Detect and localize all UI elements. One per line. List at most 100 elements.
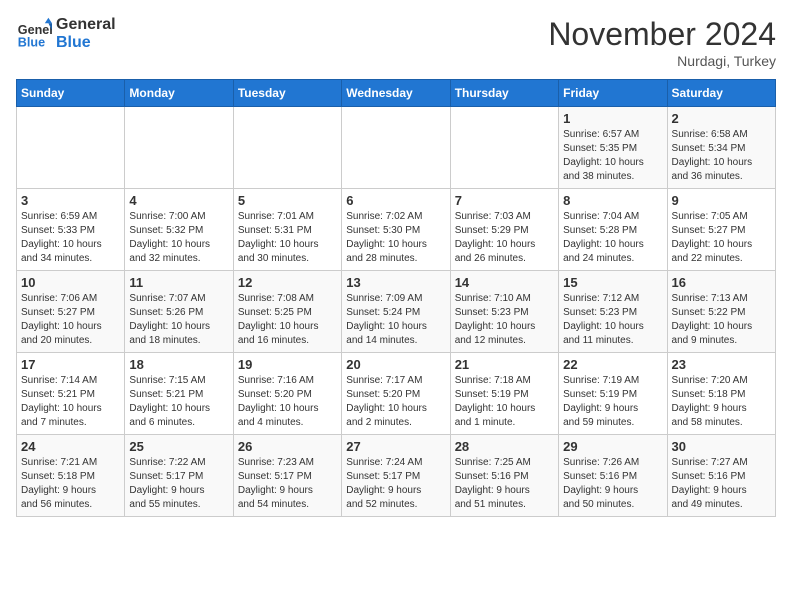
day-number: 11 (129, 275, 228, 290)
calendar-cell: 6Sunrise: 7:02 AM Sunset: 5:30 PM Daylig… (342, 189, 450, 271)
calendar-cell: 29Sunrise: 7:26 AM Sunset: 5:16 PM Dayli… (559, 435, 667, 517)
calendar-cell (233, 107, 341, 189)
day-number: 2 (672, 111, 771, 126)
calendar-cell: 18Sunrise: 7:15 AM Sunset: 5:21 PM Dayli… (125, 353, 233, 435)
day-info: Sunrise: 7:25 AM Sunset: 5:16 PM Dayligh… (455, 456, 554, 512)
week-row-4: 17 Sunrise: 7:14 AM Sunset: 5:21 PM Dayli… (17, 353, 776, 435)
day-info: Sunrise: 7:17 AM Sunset: 5:20 PM Dayligh… (346, 374, 445, 430)
title-section: November 2024 Nurdagi, Turkey (548, 16, 776, 69)
svg-text:Blue: Blue (18, 36, 45, 50)
calendar-cell: 28 Sunrise: 7:25 AM Sunset: 5:16 PM Dayli… (450, 435, 558, 517)
calendar-cell: 2 Sunrise: 6:58 AM Sunset: 5:34 PM Daylig… (667, 107, 775, 189)
logo-text-blue: Blue (56, 34, 116, 52)
day-info: Sunrise: 7:04 AM Sunset: 5:28 PM Dayligh… (563, 210, 662, 266)
weekday-header-wednesday: Wednesday (342, 80, 450, 107)
day-info: Sunrise: 7:27 AM Sunset: 5:16 PM Dayligh… (672, 456, 771, 512)
calendar-cell: 21 Sunrise: 7:18 AM Sunset: 5:19 PM Dayli… (450, 353, 558, 435)
calendar-table: SundayMondayTuesdayWednesdayThursdayFrid… (16, 79, 776, 517)
day-number: 17 (21, 357, 120, 372)
location: Nurdagi, Turkey (548, 53, 776, 69)
calendar-cell: 3 Sunrise: 6:59 AM Sunset: 5:33 PM Daylig… (17, 189, 125, 271)
day-number: 9 (672, 193, 771, 208)
day-info: Sunrise: 7:13 AM Sunset: 5:22 PM Dayligh… (672, 292, 771, 348)
day-number: 5 (238, 193, 337, 208)
day-info: Sunrise: 7:16 AM Sunset: 5:20 PM Dayligh… (238, 374, 337, 430)
calendar-cell: 9 Sunrise: 7:05 AM Sunset: 5:27 PM Daylig… (667, 189, 775, 271)
day-number: 18 (129, 357, 228, 372)
day-number: 20 (346, 357, 445, 372)
calendar-cell: 23 Sunrise: 7:20 AM Sunset: 5:18 PM Dayli… (667, 353, 775, 435)
day-number: 13 (346, 275, 445, 290)
logo-text-general: General (56, 16, 116, 34)
day-number: 21 (455, 357, 554, 372)
weekday-header-friday: Friday (559, 80, 667, 107)
calendar-cell: 24 Sunrise: 7:21 AM Sunset: 5:18 PM Dayli… (17, 435, 125, 517)
day-info: Sunrise: 7:12 AM Sunset: 5:23 PM Dayligh… (563, 292, 662, 348)
day-info: Sunrise: 7:18 AM Sunset: 5:19 PM Dayligh… (455, 374, 554, 430)
calendar-cell: 5 Sunrise: 7:01 AM Sunset: 5:31 PM Daylig… (233, 189, 341, 271)
day-number: 15 (563, 275, 662, 290)
day-number: 19 (238, 357, 337, 372)
day-number: 25 (129, 439, 228, 454)
day-number: 4 (129, 193, 228, 208)
calendar-cell: 25 Sunrise: 7:22 AM Sunset: 5:17 PM Dayli… (125, 435, 233, 517)
calendar-cell (125, 107, 233, 189)
day-number: 22 (563, 357, 662, 372)
day-info: Sunrise: 7:09 AM Sunset: 5:24 PM Dayligh… (346, 292, 445, 348)
day-info: Sunrise: 7:23 AM Sunset: 5:17 PM Dayligh… (238, 456, 337, 512)
day-number: 3 (21, 193, 120, 208)
logo: General Blue General Blue (16, 16, 116, 52)
calendar-cell: 30 Sunrise: 7:27 AM Sunset: 5:16 PM Dayli… (667, 435, 775, 517)
weekday-header-row: SundayMondayTuesdayWednesdayThursdayFrid… (17, 80, 776, 107)
calendar-cell: 14Sunrise: 7:10 AM Sunset: 5:23 PM Dayli… (450, 271, 558, 353)
calendar-cell (17, 107, 125, 189)
day-number: 28 (455, 439, 554, 454)
day-number: 30 (672, 439, 771, 454)
day-info: Sunrise: 6:58 AM Sunset: 5:34 PM Dayligh… (672, 128, 771, 184)
day-number: 26 (238, 439, 337, 454)
day-info: Sunrise: 7:05 AM Sunset: 5:27 PM Dayligh… (672, 210, 771, 266)
calendar-cell: 16 Sunrise: 7:13 AM Sunset: 5:22 PM Dayli… (667, 271, 775, 353)
calendar-cell: 1Sunrise: 6:57 AM Sunset: 5:35 PM Daylig… (559, 107, 667, 189)
day-number: 8 (563, 193, 662, 208)
calendar-cell (450, 107, 558, 189)
calendar-cell: 26 Sunrise: 7:23 AM Sunset: 5:17 PM Dayli… (233, 435, 341, 517)
day-info: Sunrise: 7:08 AM Sunset: 5:25 PM Dayligh… (238, 292, 337, 348)
day-info: Sunrise: 7:03 AM Sunset: 5:29 PM Dayligh… (455, 210, 554, 266)
day-number: 24 (21, 439, 120, 454)
week-row-1: 1Sunrise: 6:57 AM Sunset: 5:35 PM Daylig… (17, 107, 776, 189)
day-info: Sunrise: 7:14 AM Sunset: 5:21 PM Dayligh… (21, 374, 120, 430)
day-info: Sunrise: 7:21 AM Sunset: 5:18 PM Dayligh… (21, 456, 120, 512)
day-info: Sunrise: 7:22 AM Sunset: 5:17 PM Dayligh… (129, 456, 228, 512)
day-number: 23 (672, 357, 771, 372)
calendar-cell: 4 Sunrise: 7:00 AM Sunset: 5:32 PM Daylig… (125, 189, 233, 271)
calendar-cell: 8 Sunrise: 7:04 AM Sunset: 5:28 PM Daylig… (559, 189, 667, 271)
day-info: Sunrise: 7:01 AM Sunset: 5:31 PM Dayligh… (238, 210, 337, 266)
logo-icon: General Blue (16, 16, 52, 52)
weekday-header-saturday: Saturday (667, 80, 775, 107)
weekday-header-monday: Monday (125, 80, 233, 107)
calendar-cell: 13 Sunrise: 7:09 AM Sunset: 5:24 PM Dayli… (342, 271, 450, 353)
day-info: Sunrise: 6:59 AM Sunset: 5:33 PM Dayligh… (21, 210, 120, 266)
calendar-cell: 22Sunrise: 7:19 AM Sunset: 5:19 PM Dayli… (559, 353, 667, 435)
week-row-3: 10 Sunrise: 7:06 AM Sunset: 5:27 PM Dayli… (17, 271, 776, 353)
weekday-header-thursday: Thursday (450, 80, 558, 107)
day-info: Sunrise: 6:57 AM Sunset: 5:35 PM Dayligh… (563, 128, 662, 184)
calendar-cell: 15 Sunrise: 7:12 AM Sunset: 5:23 PM Dayli… (559, 271, 667, 353)
day-number: 6 (346, 193, 445, 208)
calendar-cell: 10 Sunrise: 7:06 AM Sunset: 5:27 PM Dayli… (17, 271, 125, 353)
day-number: 16 (672, 275, 771, 290)
calendar-cell: 17 Sunrise: 7:14 AM Sunset: 5:21 PM Dayli… (17, 353, 125, 435)
day-info: Sunrise: 7:10 AM Sunset: 5:23 PM Dayligh… (455, 292, 554, 348)
calendar-cell: 27Sunrise: 7:24 AM Sunset: 5:17 PM Dayli… (342, 435, 450, 517)
day-info: Sunrise: 7:24 AM Sunset: 5:17 PM Dayligh… (346, 456, 445, 512)
calendar-cell: 12Sunrise: 7:08 AM Sunset: 5:25 PM Dayli… (233, 271, 341, 353)
calendar-cell: 19 Sunrise: 7:16 AM Sunset: 5:20 PM Dayli… (233, 353, 341, 435)
day-info: Sunrise: 7:26 AM Sunset: 5:16 PM Dayligh… (563, 456, 662, 512)
day-info: Sunrise: 7:00 AM Sunset: 5:32 PM Dayligh… (129, 210, 228, 266)
month-title: November 2024 (548, 16, 776, 53)
day-number: 10 (21, 275, 120, 290)
day-info: Sunrise: 7:06 AM Sunset: 5:27 PM Dayligh… (21, 292, 120, 348)
day-info: Sunrise: 7:20 AM Sunset: 5:18 PM Dayligh… (672, 374, 771, 430)
calendar-cell (342, 107, 450, 189)
